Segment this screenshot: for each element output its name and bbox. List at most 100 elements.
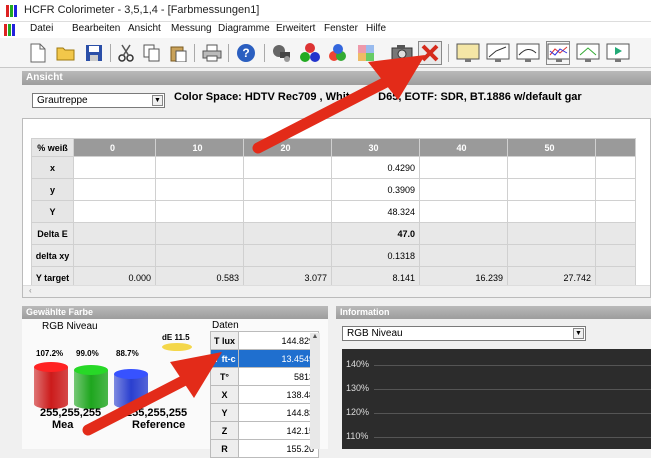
grid-cell[interactable] <box>595 222 636 245</box>
daten-value: 144.829 <box>238 331 319 350</box>
bar-cap <box>34 362 68 372</box>
cut-icon[interactable] <box>114 41 138 65</box>
grid-cell[interactable] <box>595 156 636 179</box>
grid-cell[interactable] <box>507 244 596 267</box>
probe-icon[interactable] <box>270 41 294 65</box>
daten-row[interactable]: T lux 144.829 <box>210 331 319 350</box>
grid-cell[interactable] <box>243 222 332 245</box>
column-header[interactable]: 40 <box>419 138 508 157</box>
grid-cell[interactable] <box>155 244 244 267</box>
daten-scrollbar[interactable]: ▲ <box>310 333 320 449</box>
grid-cell[interactable] <box>243 156 332 179</box>
daten-value: 142.15 <box>238 421 319 440</box>
daten-key: Z <box>210 421 239 440</box>
grid-cell[interactable]: 0.3909 <box>331 178 420 201</box>
camera-icon[interactable] <box>390 41 414 65</box>
info-select[interactable]: RGB Niveau ▼ <box>342 326 586 341</box>
daten-row[interactable]: Y ft-c 13.4549 <box>210 349 319 368</box>
delta-e-label: dE 11.5 <box>162 333 190 342</box>
grid-cell[interactable] <box>73 178 156 201</box>
save-icon[interactable] <box>82 41 106 65</box>
gridline <box>374 389 651 390</box>
paste-icon[interactable] <box>166 41 190 65</box>
y-tick-label: 140% <box>346 359 370 369</box>
column-header[interactable]: 10 <box>155 138 244 157</box>
grid-cell[interactable] <box>73 244 156 267</box>
menu-bearbeiten[interactable]: Bearbeiten <box>72 23 120 34</box>
grid-cell[interactable] <box>595 200 636 223</box>
menu-erweitert[interactable]: Erweitert <box>276 23 315 34</box>
print-icon[interactable] <box>200 41 224 65</box>
open-folder-icon[interactable] <box>54 41 78 65</box>
view-select[interactable]: Grautreppe ▼ <box>32 93 165 108</box>
daten-label: Daten <box>212 320 239 331</box>
grid-cell[interactable] <box>507 200 596 223</box>
grid-cell[interactable] <box>73 156 156 179</box>
daten-row[interactable]: Y 144.83 <box>210 403 319 422</box>
grid-cell[interactable] <box>507 222 596 245</box>
grid-cell[interactable] <box>243 244 332 267</box>
chart-window-5-icon[interactable] <box>576 41 600 65</box>
measure-icon[interactable] <box>354 41 378 65</box>
row-header: delta xy <box>31 244 74 267</box>
y-tick-label: 120% <box>346 407 370 417</box>
chart-window-4-icon[interactable] <box>546 41 570 65</box>
grid-cell[interactable]: 0.1318 <box>331 244 420 267</box>
grid-cell[interactable] <box>155 222 244 245</box>
toolbar-separator <box>194 44 195 62</box>
copy-icon[interactable] <box>140 41 164 65</box>
chart-window-1-icon[interactable] <box>456 41 480 65</box>
daten-table: T lux 144.829 Y ft-c 13.4549 T° 5813 X 138.48 Y 1… <box>210 331 319 458</box>
column-header[interactable] <box>595 138 636 157</box>
grid-cell[interactable] <box>155 178 244 201</box>
grid-cell[interactable] <box>73 200 156 223</box>
grid-cell[interactable] <box>595 178 636 201</box>
daten-row[interactable]: T° 5813 <box>210 367 319 386</box>
grid-cell[interactable] <box>155 200 244 223</box>
menu-datei[interactable]: Datei <box>30 23 53 34</box>
chart-window-3-icon[interactable] <box>516 41 540 65</box>
column-header[interactable]: 0 <box>73 138 156 157</box>
grid-cell[interactable] <box>507 178 596 201</box>
grid-cell[interactable] <box>507 156 596 179</box>
column-header[interactable]: 20 <box>243 138 332 157</box>
palette-icon[interactable] <box>326 41 350 65</box>
grid-cell[interactable]: 47.0 <box>331 222 420 245</box>
view-select-value: Grautreppe <box>37 95 88 106</box>
menu-diagramme[interactable]: Diagramme <box>218 23 270 34</box>
play-icon[interactable] <box>606 41 630 65</box>
menu-hilfe[interactable]: Hilfe <box>366 23 386 34</box>
grid-cell[interactable] <box>419 222 508 245</box>
daten-row[interactable]: Z 142.15 <box>210 421 319 440</box>
chevron-down-icon[interactable]: ▼ <box>152 95 163 106</box>
grid-cell[interactable] <box>243 178 332 201</box>
daten-row[interactable]: X 138.48 <box>210 385 319 404</box>
grid-cell[interactable] <box>419 178 508 201</box>
stop-icon[interactable] <box>418 41 442 65</box>
grid-cell[interactable]: 48.324 <box>331 200 420 223</box>
menu-ansicht[interactable]: Ansicht <box>128 23 161 34</box>
grid-cell[interactable] <box>243 200 332 223</box>
new-file-icon[interactable] <box>26 41 50 65</box>
menu-fenster[interactable]: Fenster <box>324 23 358 34</box>
chevron-down-icon[interactable]: ▼ <box>573 328 584 339</box>
grid-cell[interactable] <box>73 222 156 245</box>
menu-messung[interactable]: Messung <box>171 23 212 34</box>
bar-percent-label: 88.7% <box>116 349 139 358</box>
gridline <box>374 437 651 438</box>
column-header[interactable]: 50 <box>507 138 596 157</box>
selected-color-panel: RGB Niveau dE 11.5 107.2% 99.0% 88.7% 255,… <box>22 319 328 458</box>
grid-cell[interactable] <box>419 156 508 179</box>
rgb-balls-icon[interactable] <box>298 41 322 65</box>
table-row: Y 48.324 <box>31 200 636 223</box>
grid-cell[interactable]: 0.4290 <box>331 156 420 179</box>
grid-cell[interactable] <box>419 244 508 267</box>
grid-cell[interactable] <box>155 156 244 179</box>
grid-cell[interactable] <box>595 244 636 267</box>
horizontal-scrollbar[interactable]: ‹ <box>23 285 650 297</box>
chart-window-2-icon[interactable] <box>486 41 510 65</box>
grid-cell[interactable] <box>419 200 508 223</box>
daten-value: 5813 <box>238 367 319 386</box>
column-header[interactable]: 30 <box>331 138 420 157</box>
help-icon[interactable]: ? <box>234 41 258 65</box>
